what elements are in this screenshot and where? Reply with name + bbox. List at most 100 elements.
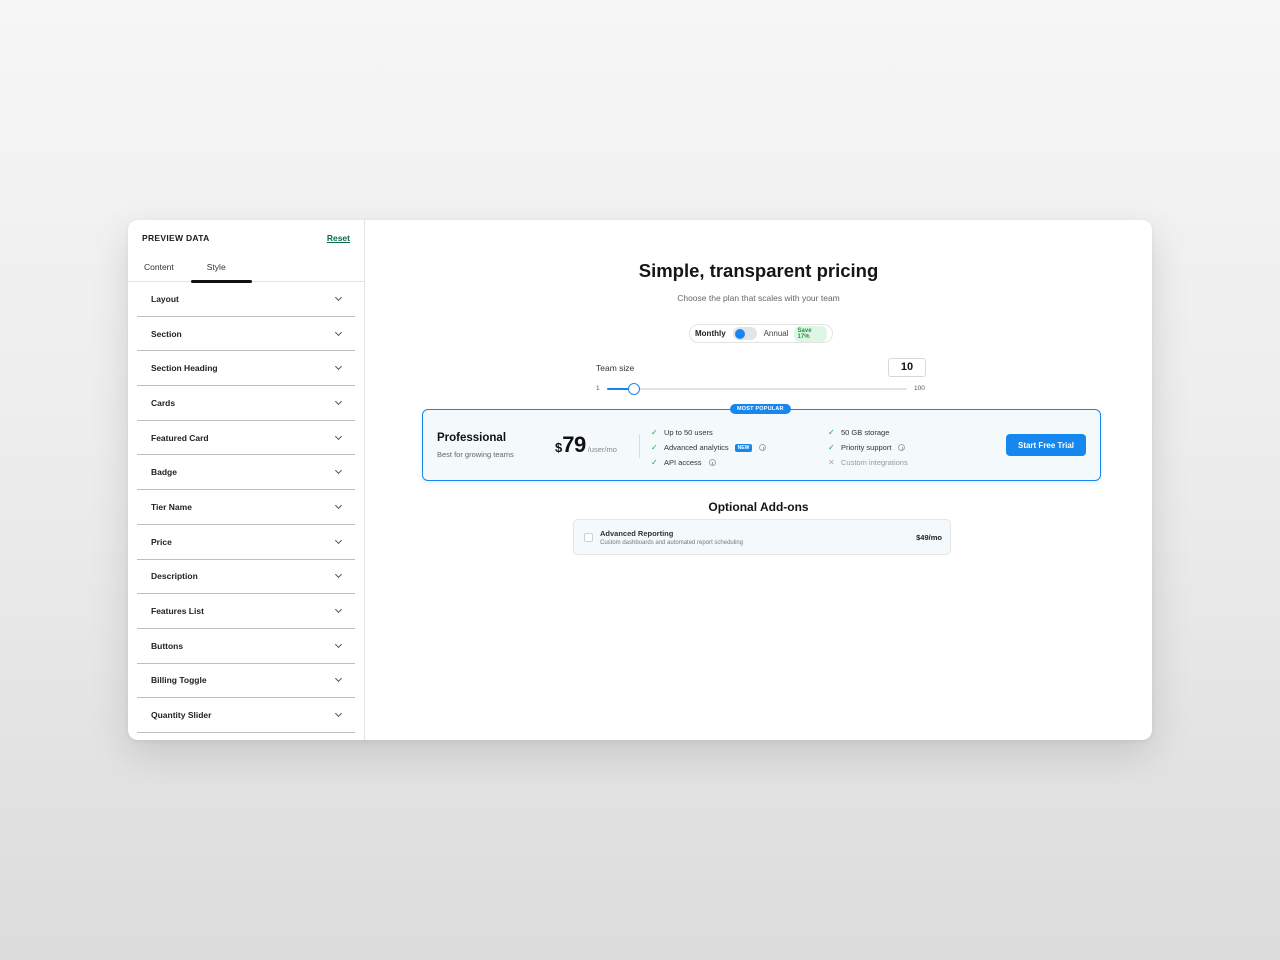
feature-item: ✕ Custom integrations bbox=[828, 455, 908, 470]
feature-label: Up to 50 users bbox=[664, 428, 713, 437]
accordion-label: Tier Name bbox=[151, 501, 192, 512]
check-icon: ✓ bbox=[828, 428, 835, 437]
check-icon: ✓ bbox=[828, 443, 835, 452]
accordion-label: Quantity Slider bbox=[151, 710, 212, 721]
accordion-item-buttons[interactable]: Buttons bbox=[137, 629, 355, 664]
addon-name: Advanced Reporting bbox=[600, 529, 674, 538]
start-free-trial-button[interactable]: Start Free Trial bbox=[1006, 434, 1086, 456]
info-icon[interactable] bbox=[708, 459, 716, 466]
tier-description: Best for growing teams bbox=[437, 450, 514, 459]
features-list-right: ✓ 50 GB storage ✓ Priority support ✕ Cus… bbox=[828, 425, 908, 470]
addons-title: Optional Add-ons bbox=[708, 500, 809, 514]
price-unit: /user/mo bbox=[587, 445, 617, 454]
toggle-knob bbox=[734, 328, 745, 339]
chevron-down-icon bbox=[334, 640, 343, 648]
tier-name: Professional bbox=[437, 432, 507, 444]
accordion-item-section-heading[interactable]: Section Heading bbox=[137, 351, 355, 387]
feature-item: ✓ 50 GB storage bbox=[828, 425, 908, 440]
team-size-input[interactable]: 10 bbox=[888, 358, 926, 377]
chevron-down-icon bbox=[334, 605, 343, 614]
billing-annual-label[interactable]: Annual bbox=[764, 329, 789, 338]
tab-content[interactable]: Content bbox=[144, 256, 174, 282]
price: $ 79 /user/mo bbox=[555, 432, 617, 458]
accordion-item-featured-card[interactable]: Featured Card bbox=[137, 421, 355, 456]
check-icon: ✓ bbox=[651, 428, 658, 437]
accordion-item-features-list[interactable]: Features List bbox=[137, 594, 355, 629]
accordion-label: Description bbox=[151, 571, 198, 582]
accordion-label: Billing Toggle bbox=[151, 675, 207, 686]
accordion-item-description[interactable]: Description bbox=[137, 560, 355, 595]
addon-item[interactable]: Advanced Reporting Custom dashboards and… bbox=[573, 519, 951, 555]
card-divider bbox=[639, 434, 640, 458]
chevron-down-icon bbox=[334, 328, 343, 336]
accordion-label: Section Heading bbox=[151, 363, 218, 374]
billing-toggle[interactable] bbox=[732, 327, 757, 340]
accordion-item-cards[interactable]: Cards bbox=[137, 386, 355, 421]
price-amount: 79 bbox=[562, 432, 586, 457]
feature-label: Priority support bbox=[841, 443, 892, 452]
features-list-left: ✓ Up to 50 users ✓ Advanced analytics NE… bbox=[651, 425, 767, 470]
slider-max-label: 100 bbox=[914, 385, 925, 392]
accordion-label: Cards bbox=[151, 397, 176, 408]
billing-monthly-label[interactable]: Monthly bbox=[695, 329, 726, 338]
team-size-label: Team size bbox=[596, 363, 635, 373]
team-size-slider[interactable] bbox=[607, 383, 907, 395]
slider-min-label: 1 bbox=[596, 385, 600, 392]
chevron-down-icon bbox=[334, 571, 343, 579]
price-currency: $ bbox=[555, 440, 563, 455]
chevron-down-icon bbox=[334, 397, 343, 405]
feature-item: ✓ Priority support bbox=[828, 440, 908, 455]
style-sections-list: Layout Section Section Heading Cards Feature… bbox=[128, 282, 364, 733]
chevron-down-icon bbox=[334, 467, 343, 475]
reset-link[interactable]: Reset bbox=[327, 233, 350, 243]
accordion-item-quantity-slider[interactable]: Quantity Slider bbox=[137, 698, 355, 733]
accordion-item-section[interactable]: Section bbox=[137, 317, 355, 352]
chevron-down-icon bbox=[334, 293, 343, 301]
addon-checkbox[interactable] bbox=[584, 533, 593, 542]
app-window: PREVIEW DATA Reset Content Style Layout S… bbox=[128, 220, 1152, 740]
accordion-label: Badge bbox=[151, 467, 177, 478]
accordion-item-billing-toggle[interactable]: Billing Toggle bbox=[137, 664, 355, 699]
sidebar-title: PREVIEW DATA bbox=[142, 233, 210, 243]
accordion-label: Buttons bbox=[151, 640, 184, 651]
sidebar-header: PREVIEW DATA Reset bbox=[128, 220, 364, 256]
info-icon[interactable] bbox=[898, 444, 906, 451]
accordion-item-layout[interactable]: Layout bbox=[137, 282, 355, 317]
accordion-label: Price bbox=[151, 536, 172, 547]
info-icon[interactable] bbox=[759, 444, 767, 451]
new-badge: NEW bbox=[734, 443, 753, 452]
sidebar-tabs: Content Style bbox=[128, 256, 364, 283]
preview-sidebar: PREVIEW DATA Reset Content Style Layout S… bbox=[128, 220, 365, 740]
feature-label: 50 GB storage bbox=[841, 428, 890, 437]
page-title: Simple, transparent pricing bbox=[638, 260, 879, 281]
feature-label: Advanced analytics bbox=[664, 443, 729, 452]
slider-thumb[interactable] bbox=[628, 383, 641, 395]
feature-label: API access bbox=[664, 458, 702, 467]
chevron-down-icon bbox=[334, 536, 343, 544]
tab-style[interactable]: Style bbox=[190, 256, 252, 283]
addon-price: $49/mo bbox=[916, 533, 942, 542]
accordion-label: Featured Card bbox=[151, 432, 209, 443]
chevron-down-icon bbox=[334, 501, 343, 510]
accordion-label: Section bbox=[151, 328, 182, 339]
chevron-down-icon bbox=[334, 675, 343, 683]
featured-plan-card: MOST POPULAR Professional Best for growi… bbox=[422, 404, 1101, 481]
chevron-down-icon bbox=[334, 432, 343, 440]
chevron-down-icon bbox=[334, 363, 343, 371]
accordion-item-tier-name[interactable]: Tier Name bbox=[137, 490, 355, 525]
check-icon: ✓ bbox=[651, 458, 658, 467]
feature-item: ✓ Advanced analytics NEW bbox=[651, 440, 767, 455]
most-popular-badge: MOST POPULAR bbox=[730, 404, 791, 414]
feature-item: ✓ Up to 50 users bbox=[651, 425, 766, 440]
accordion-item-badge[interactable]: Badge bbox=[137, 455, 355, 491]
billing-toggle-group: Monthly Annual Save 17% bbox=[689, 324, 833, 343]
page-subtitle: Choose the plan that scales with your te… bbox=[677, 293, 840, 303]
pricing-preview: Simple, transparent pricing Choose the p… bbox=[365, 220, 1152, 740]
save-badge: Save 17% bbox=[793, 325, 827, 342]
addon-description: Custom dashboards and automated report s… bbox=[600, 540, 744, 546]
feature-item: ✓ API access bbox=[651, 455, 766, 470]
chevron-down-icon bbox=[334, 710, 343, 718]
accordion-label: Features List bbox=[151, 606, 204, 617]
accordion-item-price[interactable]: Price bbox=[137, 525, 355, 560]
check-icon: ✓ bbox=[651, 443, 658, 452]
